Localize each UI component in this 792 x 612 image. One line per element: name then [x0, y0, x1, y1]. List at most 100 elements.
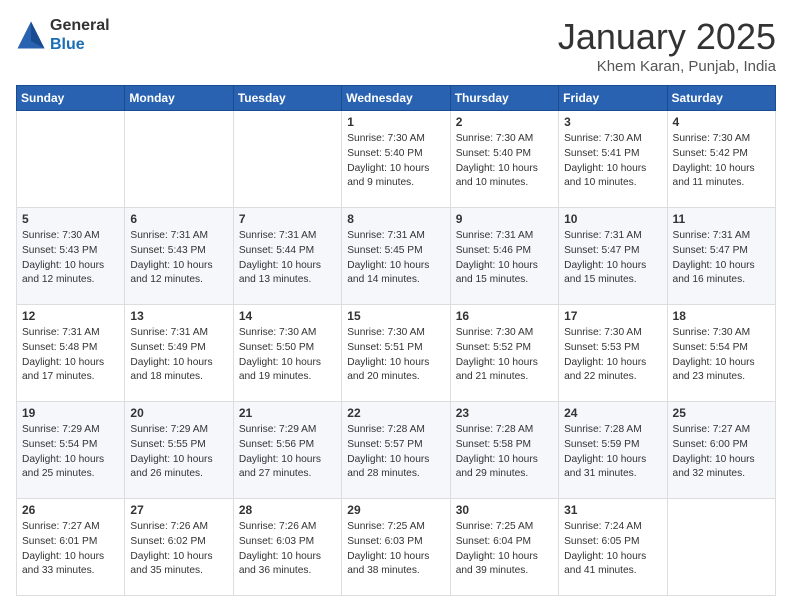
calendar-cell: 12 Sunrise: 7:31 AM Sunset: 5:48 PM Dayli… [17, 305, 125, 402]
weekday-header-friday: Friday [559, 86, 667, 111]
day-number: 5 [22, 212, 119, 226]
day-number: 15 [347, 309, 444, 323]
calendar-cell [17, 111, 125, 208]
weekday-header-tuesday: Tuesday [233, 86, 341, 111]
calendar-cell: 5 Sunrise: 7:30 AM Sunset: 5:43 PM Daylig… [17, 208, 125, 305]
logo: General Blue [16, 16, 110, 54]
cell-info: Sunrise: 7:31 AM Sunset: 5:48 PM Dayligh… [22, 326, 119, 385]
calendar-cell: 3 Sunrise: 7:30 AM Sunset: 5:41 PM Daylig… [559, 111, 667, 208]
day-number: 10 [564, 212, 661, 226]
calendar-cell [233, 111, 341, 208]
cell-info: Sunrise: 7:31 AM Sunset: 5:44 PM Dayligh… [239, 229, 336, 288]
cell-info: Sunrise: 7:31 AM Sunset: 5:43 PM Dayligh… [130, 229, 227, 288]
day-number: 16 [456, 309, 553, 323]
calendar-cell: 29Sunrise: 7:25 AM Sunset: 6:03 PM Dayli… [342, 499, 450, 596]
calendar-cell: 6 Sunrise: 7:31 AM Sunset: 5:43 PM Daylig… [125, 208, 233, 305]
calendar-cell: 28 Sunrise: 7:26 AM Sunset: 6:03 PM Dayli… [233, 499, 341, 596]
cell-info: Sunrise: 7:31 AM Sunset: 5:47 PM Dayligh… [564, 229, 661, 288]
calendar-cell: 20Sunrise: 7:29 AM Sunset: 5:55 PM Dayli… [125, 402, 233, 499]
calendar-cell: 16 Sunrise: 7:30 AM Sunset: 5:52 PM Dayli… [450, 305, 558, 402]
weekday-header-saturday: Saturday [667, 86, 775, 111]
day-number: 18 [673, 309, 770, 323]
calendar-cell [125, 111, 233, 208]
header: General Blue January 2025 Khem Karan, Pu… [16, 16, 776, 75]
title-block: January 2025 Khem Karan, Punjab, India [558, 16, 776, 75]
calendar-cell: 13Sunrise: 7:31 AM Sunset: 5:49 PM Dayli… [125, 305, 233, 402]
day-number: 1 [347, 115, 444, 129]
cell-info: Sunrise: 7:30 AM Sunset: 5:53 PM Dayligh… [564, 326, 661, 385]
weekday-header-row: SundayMondayTuesdayWednesdayThursdayFrid… [17, 86, 776, 111]
cell-info: Sunrise: 7:24 AM Sunset: 6:05 PM Dayligh… [564, 520, 661, 579]
calendar-cell: 18 Sunrise: 7:30 AM Sunset: 5:54 PM Dayli… [667, 305, 775, 402]
cell-info: Sunrise: 7:30 AM Sunset: 5:40 PM Dayligh… [347, 132, 444, 191]
calendar-cell: 17Sunrise: 7:30 AM Sunset: 5:53 PM Dayli… [559, 305, 667, 402]
cell-info: Sunrise: 7:29 AM Sunset: 5:54 PM Dayligh… [22, 423, 119, 482]
weekday-header-thursday: Thursday [450, 86, 558, 111]
day-number: 30 [456, 503, 553, 517]
calendar-cell [667, 499, 775, 596]
day-number: 29 [347, 503, 444, 517]
page: General Blue January 2025 Khem Karan, Pu… [0, 0, 792, 612]
calendar-cell: 21 Sunrise: 7:29 AM Sunset: 5:56 PM Dayli… [233, 402, 341, 499]
cell-info: Sunrise: 7:28 AM Sunset: 5:59 PM Dayligh… [564, 423, 661, 482]
day-number: 3 [564, 115, 661, 129]
cell-info: Sunrise: 7:30 AM Sunset: 5:52 PM Dayligh… [456, 326, 553, 385]
calendar-cell: 15 Sunrise: 7:30 AM Sunset: 5:51 PM Dayli… [342, 305, 450, 402]
week-row-2: 5 Sunrise: 7:30 AM Sunset: 5:43 PM Daylig… [17, 208, 776, 305]
calendar-cell: 10 Sunrise: 7:31 AM Sunset: 5:47 PM Dayli… [559, 208, 667, 305]
logo-text: General Blue [50, 16, 110, 54]
calendar-cell: 11 Sunrise: 7:31 AM Sunset: 5:47 PM Dayli… [667, 208, 775, 305]
calendar-cell: 14Sunrise: 7:30 AM Sunset: 5:50 PM Dayli… [233, 305, 341, 402]
cell-info: Sunrise: 7:29 AM Sunset: 5:56 PM Dayligh… [239, 423, 336, 482]
day-number: 26 [22, 503, 119, 517]
calendar-cell: 30 Sunrise: 7:25 AM Sunset: 6:04 PM Dayli… [450, 499, 558, 596]
cell-info: Sunrise: 7:30 AM Sunset: 5:40 PM Dayligh… [456, 132, 553, 191]
cell-info: Sunrise: 7:30 AM Sunset: 5:50 PM Dayligh… [239, 326, 336, 385]
cell-info: Sunrise: 7:25 AM Sunset: 6:04 PM Dayligh… [456, 520, 553, 579]
day-number: 6 [130, 212, 227, 226]
calendar-cell: 1 Sunrise: 7:30 AM Sunset: 5:40 PM Daylig… [342, 111, 450, 208]
week-row-3: 12 Sunrise: 7:31 AM Sunset: 5:48 PM Dayli… [17, 305, 776, 402]
calendar-cell: 23 Sunrise: 7:28 AM Sunset: 5:58 PM Dayli… [450, 402, 558, 499]
logo-blue: Blue [50, 35, 110, 54]
cell-info: Sunrise: 7:31 AM Sunset: 5:47 PM Dayligh… [673, 229, 770, 288]
cell-info: Sunrise: 7:30 AM Sunset: 5:43 PM Dayligh… [22, 229, 119, 288]
weekday-header-sunday: Sunday [17, 86, 125, 111]
calendar-cell: 26Sunrise: 7:27 AM Sunset: 6:01 PM Dayli… [17, 499, 125, 596]
day-number: 9 [456, 212, 553, 226]
day-number: 28 [239, 503, 336, 517]
cell-info: Sunrise: 7:30 AM Sunset: 5:51 PM Dayligh… [347, 326, 444, 385]
cell-info: Sunrise: 7:30 AM Sunset: 5:54 PM Dayligh… [673, 326, 770, 385]
cell-info: Sunrise: 7:26 AM Sunset: 6:03 PM Dayligh… [239, 520, 336, 579]
day-number: 21 [239, 406, 336, 420]
day-number: 22 [347, 406, 444, 420]
day-number: 2 [456, 115, 553, 129]
week-row-1: 1 Sunrise: 7:30 AM Sunset: 5:40 PM Daylig… [17, 111, 776, 208]
day-number: 12 [22, 309, 119, 323]
day-number: 31 [564, 503, 661, 517]
day-number: 7 [239, 212, 336, 226]
logo-icon [16, 20, 46, 50]
location: Khem Karan, Punjab, India [558, 58, 776, 75]
day-number: 25 [673, 406, 770, 420]
cell-info: Sunrise: 7:29 AM Sunset: 5:55 PM Dayligh… [130, 423, 227, 482]
cell-info: Sunrise: 7:27 AM Sunset: 6:00 PM Dayligh… [673, 423, 770, 482]
cell-info: Sunrise: 7:28 AM Sunset: 5:58 PM Dayligh… [456, 423, 553, 482]
week-row-5: 26Sunrise: 7:27 AM Sunset: 6:01 PM Dayli… [17, 499, 776, 596]
calendar-cell: 22Sunrise: 7:28 AM Sunset: 5:57 PM Dayli… [342, 402, 450, 499]
calendar-cell: 25 Sunrise: 7:27 AM Sunset: 6:00 PM Dayli… [667, 402, 775, 499]
day-number: 23 [456, 406, 553, 420]
cell-info: Sunrise: 7:31 AM Sunset: 5:45 PM Dayligh… [347, 229, 444, 288]
day-number: 11 [673, 212, 770, 226]
day-number: 4 [673, 115, 770, 129]
calendar-cell: 19Sunrise: 7:29 AM Sunset: 5:54 PM Dayli… [17, 402, 125, 499]
day-number: 8 [347, 212, 444, 226]
month-title: January 2025 [558, 16, 776, 58]
cell-info: Sunrise: 7:30 AM Sunset: 5:41 PM Dayligh… [564, 132, 661, 191]
calendar-cell: 4Sunrise: 7:30 AM Sunset: 5:42 PM Daylig… [667, 111, 775, 208]
calendar-cell: 9Sunrise: 7:31 AM Sunset: 5:46 PM Daylig… [450, 208, 558, 305]
calendar-cell: 8 Sunrise: 7:31 AM Sunset: 5:45 PM Daylig… [342, 208, 450, 305]
calendar-cell: 2 Sunrise: 7:30 AM Sunset: 5:40 PM Daylig… [450, 111, 558, 208]
day-number: 13 [130, 309, 227, 323]
calendar-cell: 7 Sunrise: 7:31 AM Sunset: 5:44 PM Daylig… [233, 208, 341, 305]
